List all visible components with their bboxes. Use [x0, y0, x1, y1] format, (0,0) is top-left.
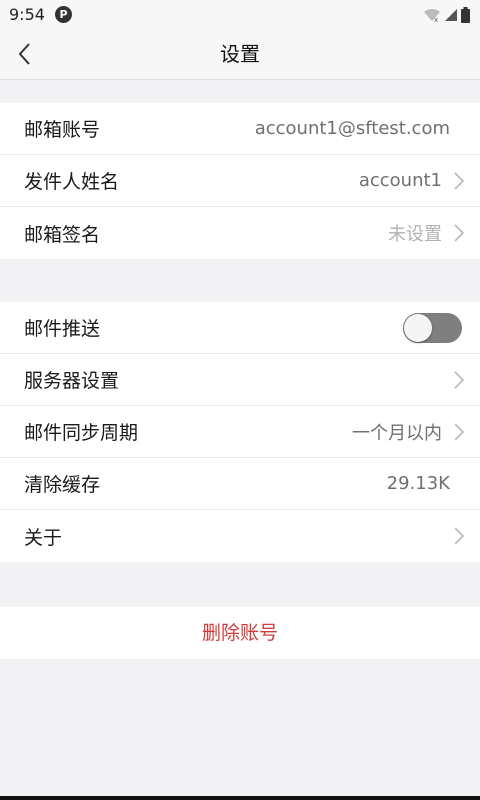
account-settings-group: 邮箱账号 account1@sftest.com 发件人姓名 account1 … [0, 103, 480, 259]
row-label: 清除缓存 [24, 474, 101, 496]
chevron-right-icon [454, 224, 464, 242]
status-indicators: x [423, 6, 470, 24]
row-label: 邮箱账号 [24, 119, 101, 141]
mail-push-toggle[interactable] [403, 313, 462, 343]
mail-settings-group: 邮件推送 服务器设置 邮件同步周期 一个月以内 清除缓存 29.13K 关于 [0, 302, 480, 562]
system-nav-bar [0, 796, 480, 800]
chevron-right-icon [454, 423, 464, 441]
chevron-right-icon [454, 172, 464, 190]
row-sender-name[interactable]: 发件人姓名 account1 [0, 155, 480, 207]
battery-icon [461, 7, 470, 23]
email-signature-value: 未设置 [388, 224, 442, 245]
page-title: 设置 [220, 42, 260, 66]
row-email-account: 邮箱账号 account1@sftest.com [0, 103, 480, 155]
delete-account-button[interactable]: 删除账号 [0, 607, 480, 659]
row-sync-period[interactable]: 邮件同步周期 一个月以内 [0, 406, 480, 458]
svg-text:x: x [434, 16, 438, 23]
row-clear-cache[interactable]: 清除缓存 29.13K [0, 458, 480, 510]
row-label: 服务器设置 [24, 370, 120, 392]
sender-name-value: account1 [358, 170, 442, 191]
email-account-value: account1@sftest.com [254, 118, 450, 139]
toggle-knob [404, 314, 432, 342]
status-time: 9:54 [9, 5, 45, 24]
signal-icon [445, 9, 457, 21]
row-label: 邮件推送 [24, 318, 101, 340]
app-notification-icon: P [55, 6, 72, 23]
wifi-icon: x [424, 8, 440, 23]
status-bar: 9:54 P x [0, 0, 480, 30]
chevron-right-icon [454, 371, 464, 389]
row-label: 邮件同步周期 [24, 422, 139, 444]
row-label: 关于 [24, 526, 63, 549]
cache-size-value: 29.13K [386, 473, 450, 494]
row-email-signature[interactable]: 邮箱签名 未设置 [0, 207, 480, 259]
row-label: 邮箱签名 [24, 223, 101, 246]
sync-period-value: 一个月以内 [352, 422, 442, 444]
chevron-right-icon [454, 527, 464, 545]
row-about[interactable]: 关于 [0, 510, 480, 562]
row-mail-push: 邮件推送 [0, 302, 480, 354]
row-label: 发件人姓名 [24, 171, 120, 193]
row-server-settings[interactable]: 服务器设置 [0, 354, 480, 406]
navigation-bar: 设置 [0, 30, 480, 80]
